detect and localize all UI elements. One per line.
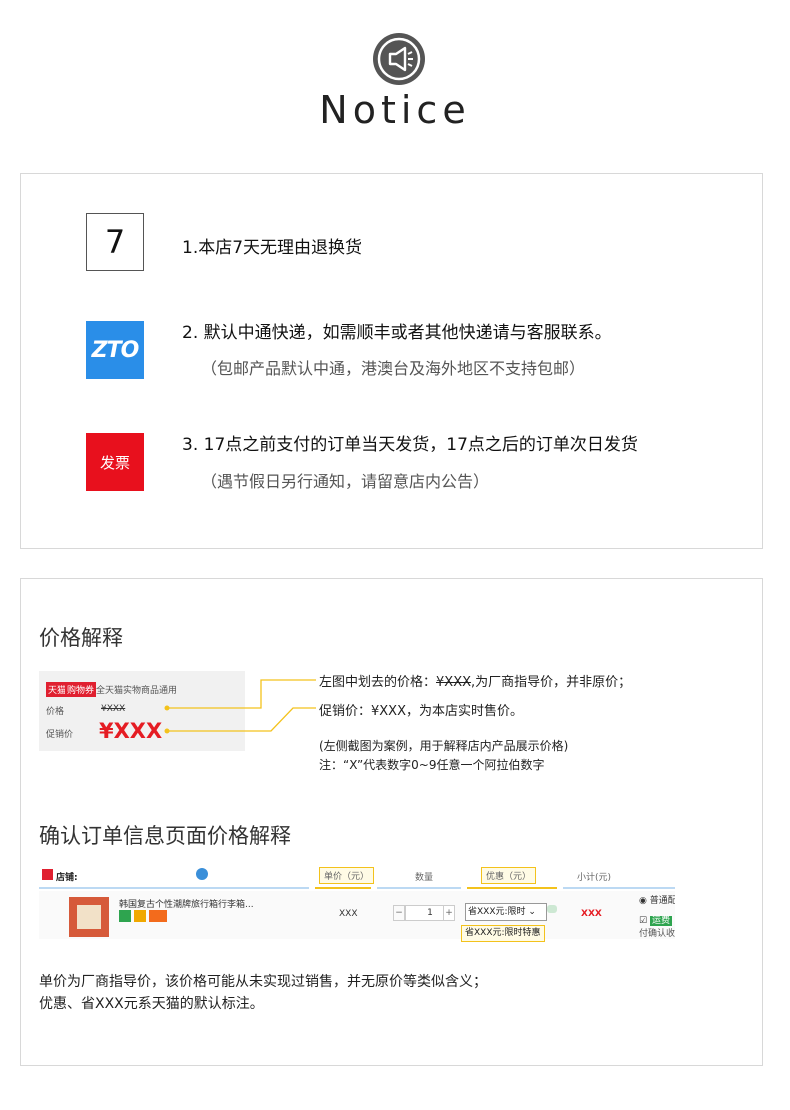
header-divider [39, 887, 309, 889]
struck-price-explanation: 左图中划去的价格：¥XXX,为厂商指导价，并非原价； [319, 675, 632, 690]
discount-tooltip: 省XXX元:限时特惠 [461, 925, 545, 942]
dispatch-policy-note: （遇节假日另行通知，请留意店内公告） [201, 472, 490, 491]
shipping-policy-note: （包邮产品默认中通，港澳台及海外地区不支持包邮） [201, 359, 586, 378]
coupon-tag: 购物券 [65, 682, 97, 697]
list-price-value: ¥XXX [101, 704, 126, 714]
qty-increase-button[interactable]: + [443, 905, 455, 921]
zto-logo-icon: ZTO [86, 321, 144, 379]
header-divider [315, 887, 371, 889]
qty-decrease-button[interactable]: − [393, 905, 405, 921]
store-label: 店铺: [56, 873, 78, 883]
subtotal-value: XXX [581, 909, 602, 919]
unit-price-header: 单价（元） [319, 867, 375, 884]
seven-day-badge: 7 [86, 213, 144, 271]
promo-price-label: 促销价 [46, 730, 74, 740]
notice-title: Notice [319, 88, 471, 132]
dispatch-policy-text: 3. 17点之前支付的订单当天发货，17点之后的订单次日发货 [182, 435, 638, 455]
guarantee-chip-icon [134, 910, 146, 922]
unit-price-disclaimer: 单价为厂商指导价，该价格可能从未实现过销售，并无原价等类似含义； [39, 974, 487, 990]
discount-disclaimer: 优惠、省XXX元系天猫的默认标注。 [39, 996, 264, 1012]
shipping-radio[interactable]: ◉ 普通配 [639, 893, 675, 906]
qty-header: 数量 [415, 873, 434, 883]
discount-select[interactable]: 省XXX元:限时 ⌄ [465, 903, 547, 921]
chat-icon [196, 868, 208, 880]
connector-lines [164, 679, 316, 734]
order-explain-heading: 确认订单信息页面价格解释 [39, 824, 291, 848]
card-chip-icon [149, 910, 167, 922]
digit-note: 注：“X”代表数字0~9任意一个阿拉伯数字 [319, 758, 545, 772]
megaphone-icon [373, 33, 425, 85]
header-divider [377, 887, 461, 889]
seven-day-chip-icon [119, 910, 131, 922]
price-explain-heading: 价格解释 [39, 626, 123, 650]
product-title: 韩国复古个性潮牌旅行箱行李箱... [119, 900, 254, 910]
chevron-down-icon: ⌄ [528, 907, 536, 917]
seven-day-return-text: 1.本店7天无理由退换货 [182, 238, 363, 258]
screenshot-note: (左侧截图为案例，用于解释店内产品展示价格) [319, 739, 569, 753]
order-item-row: 韩国复古个性潮牌旅行箱行李箱... XXX − 1 + 省XXX元:限时 ⌄ 省… [39, 891, 675, 942]
invoice-badge: 发票 [86, 433, 144, 491]
promo-price-value: ¥XXX [99, 719, 163, 743]
comment-icon [547, 905, 557, 913]
unit-price-value: XXX [339, 909, 358, 919]
header-divider [563, 887, 675, 889]
freight-checkbox[interactable]: ☑ 运费 [639, 913, 672, 926]
discount-header: 优惠（元） [481, 867, 537, 884]
subtotal-header: 小计(元) [577, 873, 612, 883]
shipping-policy-text: 2. 默认中通快递，如需顺丰或者其他快递请与客服联系。 [182, 323, 612, 343]
price-label: 价格 [46, 707, 65, 717]
order-confirm-screenshot: 店铺: 单价（元） 数量 优惠（元） 小计(元) 韩国复古个性潮牌旅行箱行李箱.… [39, 863, 675, 949]
header-divider [467, 887, 557, 889]
store-icon [42, 869, 53, 880]
product-thumbnail [69, 897, 109, 937]
promo-price-explanation: 促销价：¥XXX，为本店实时售价。 [319, 704, 523, 719]
policy-panel: 7 1.本店7天无理由退换货 ZTO 2. 默认中通快递，如需顺丰或者其他快递请… [20, 173, 763, 549]
price-explanation-panel: 价格解释 天猫 购物券 全天猫实物商品通用 价格 ¥XXX 促销价 ¥XXX 左… [20, 578, 763, 1066]
confirm-receipt-text: 付确认收 [639, 929, 675, 939]
